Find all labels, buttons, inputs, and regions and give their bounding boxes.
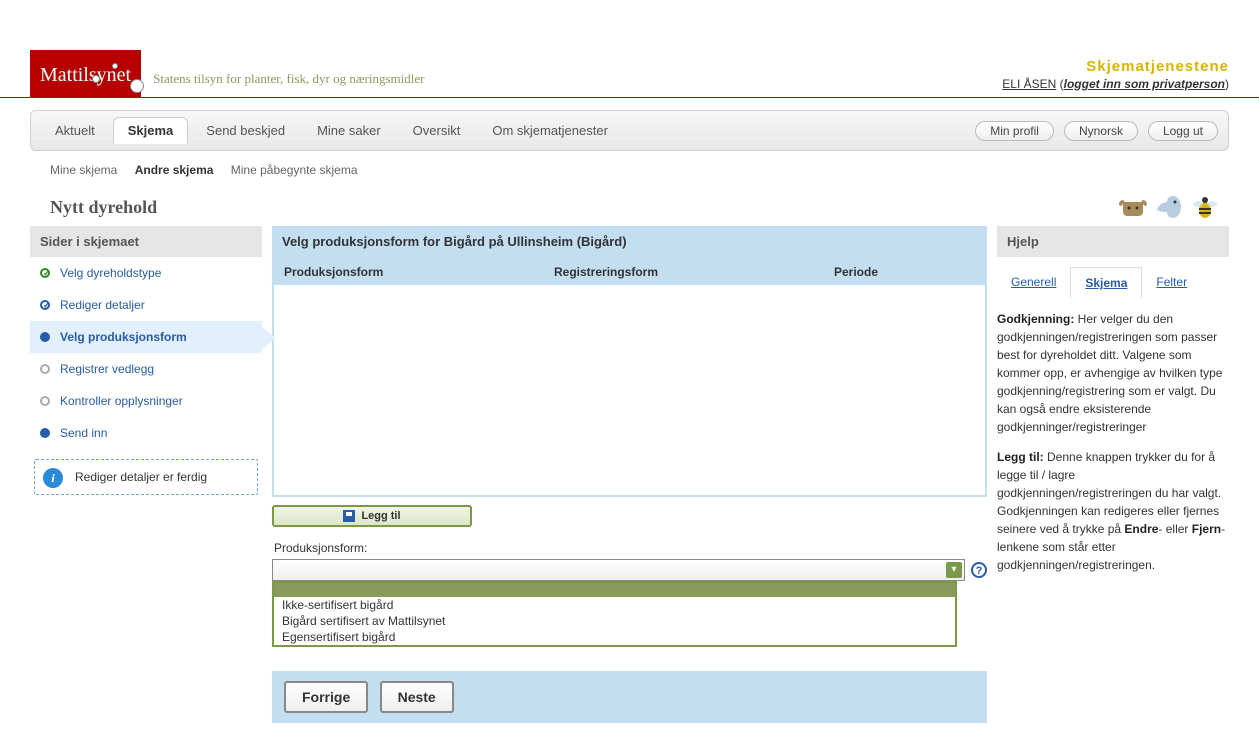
info-message: Rediger detaljer er ferdig [75,470,207,484]
pill-nynorsk[interactable]: Nynorsk [1064,121,1138,141]
step-kontroller-opplysninger[interactable]: Kontroller opplysninger [30,385,262,417]
help-para2-label: Legg til: [997,450,1044,464]
help-para1-label: Godkjenning: [997,312,1074,326]
bird-icon [1153,190,1185,222]
dropdown-option[interactable]: Ikke-sertifisert bigård [274,597,955,613]
service-title: Skjematjenestene [1002,58,1229,75]
section-title: Velg produksjonsform for Bigård på Ullin… [272,226,987,257]
add-button[interactable]: Legg til [272,505,472,527]
subtab-mine-skjema[interactable]: Mine skjema [50,163,117,177]
help-icon[interactable]: ? [971,562,987,578]
help-para2-b2: Fjern [1192,522,1221,536]
th-produksjonsform: Produksjonsform [284,265,554,279]
help-header: Hjelp [997,226,1229,257]
login-status-link[interactable]: logget inn som privatperson [1064,77,1225,91]
tab-mine-saker[interactable]: Mine saker [303,118,395,143]
step-label: Rediger detaljer [60,298,145,312]
step-velg-produksjonsform[interactable]: Velg produksjonsform [30,321,262,353]
step-label: Registrer vedlegg [60,362,154,376]
subtab-mine-pabegynte[interactable]: Mine påbegynte skjema [231,163,358,177]
produksjonsform-label: Produksjonsform: [274,541,987,555]
main-tabbar: Aktuelt Skjema Send beskjed Mine saker O… [30,110,1229,151]
step-label: Velg produksjonsform [60,330,187,344]
page-title: Nytt dyrehold [50,197,157,218]
info-box: i Rediger detaljer er ferdig [34,459,258,495]
cow-icon [1117,190,1149,222]
th-registreringsform: Registreringsform [554,265,834,279]
help-para2-b1: Endre [1124,522,1158,536]
help-para2-mid: - eller [1158,522,1191,536]
nav-bar: Forrige Neste [272,671,987,723]
th-periode: Periode [834,265,975,279]
help-tab-generell[interactable]: Generell [997,267,1070,298]
tab-oversikt[interactable]: Oversikt [399,118,475,143]
step-velg-dyreholdstype[interactable]: Velg dyreholdstype [30,257,262,289]
step-label: Send inn [60,426,107,440]
subtab-andre-skjema[interactable]: Andre skjema [135,163,214,177]
bee-icon [1189,190,1221,222]
add-button-label: Legg til [361,510,400,522]
step-send-inn[interactable]: Send inn [30,417,262,449]
help-body: Godkjenning: Her velger du den godkjenni… [997,310,1229,574]
step-label: Velg dyreholdstype [60,266,161,280]
info-icon: i [43,468,63,488]
subtitle: Statens tilsyn for planter, fisk, dyr og… [141,71,424,97]
help-tab-felter[interactable]: Felter [1142,267,1201,298]
user-status-line: ELI ÅSEN (logget inn som privatperson) [1002,77,1229,91]
tab-aktuelt[interactable]: Aktuelt [41,118,109,143]
sub-tabbar: Mine skjema Andre skjema Mine påbegynte … [30,157,1229,183]
table-body-empty [274,285,985,495]
next-button[interactable]: Neste [380,681,454,713]
save-icon [343,510,355,522]
animal-icons [1117,190,1221,222]
dropdown-option[interactable]: Egensertifisert bigård [274,629,955,645]
sidebar-header: Sider i skjemaet [30,226,262,257]
tab-send-beskjed[interactable]: Send beskjed [192,118,299,143]
pill-min-profil[interactable]: Min profil [975,121,1054,141]
pill-logg-ut[interactable]: Logg ut [1148,121,1218,141]
tab-om-skjematjenester[interactable]: Om skjematjenester [478,118,622,143]
chevron-down-icon: ▾ [946,562,962,578]
step-rediger-detaljer[interactable]: Rediger detaljer [30,289,262,321]
step-registrer-vedlegg[interactable]: Registrer vedlegg [30,353,262,385]
produksjonsform-select[interactable]: ▾ [272,559,965,581]
produksjonsform-dropdown: Ikke-sertifisert bigård Bigård sertifise… [272,581,957,647]
production-form-table: Produksjonsform Registreringsform Period… [272,257,987,497]
dropdown-option[interactable]: Bigård sertifisert av Mattilsynet [274,613,955,629]
help-para1-text: Her velger du den godkjenningen/registre… [997,312,1222,434]
user-name-link[interactable]: ELI ÅSEN [1002,77,1056,91]
prev-button[interactable]: Forrige [284,681,368,713]
tab-skjema[interactable]: Skjema [113,117,189,144]
step-label: Kontroller opplysninger [60,394,183,408]
logo: Mattilsynet [30,50,141,97]
help-tab-skjema[interactable]: Skjema [1070,267,1142,298]
